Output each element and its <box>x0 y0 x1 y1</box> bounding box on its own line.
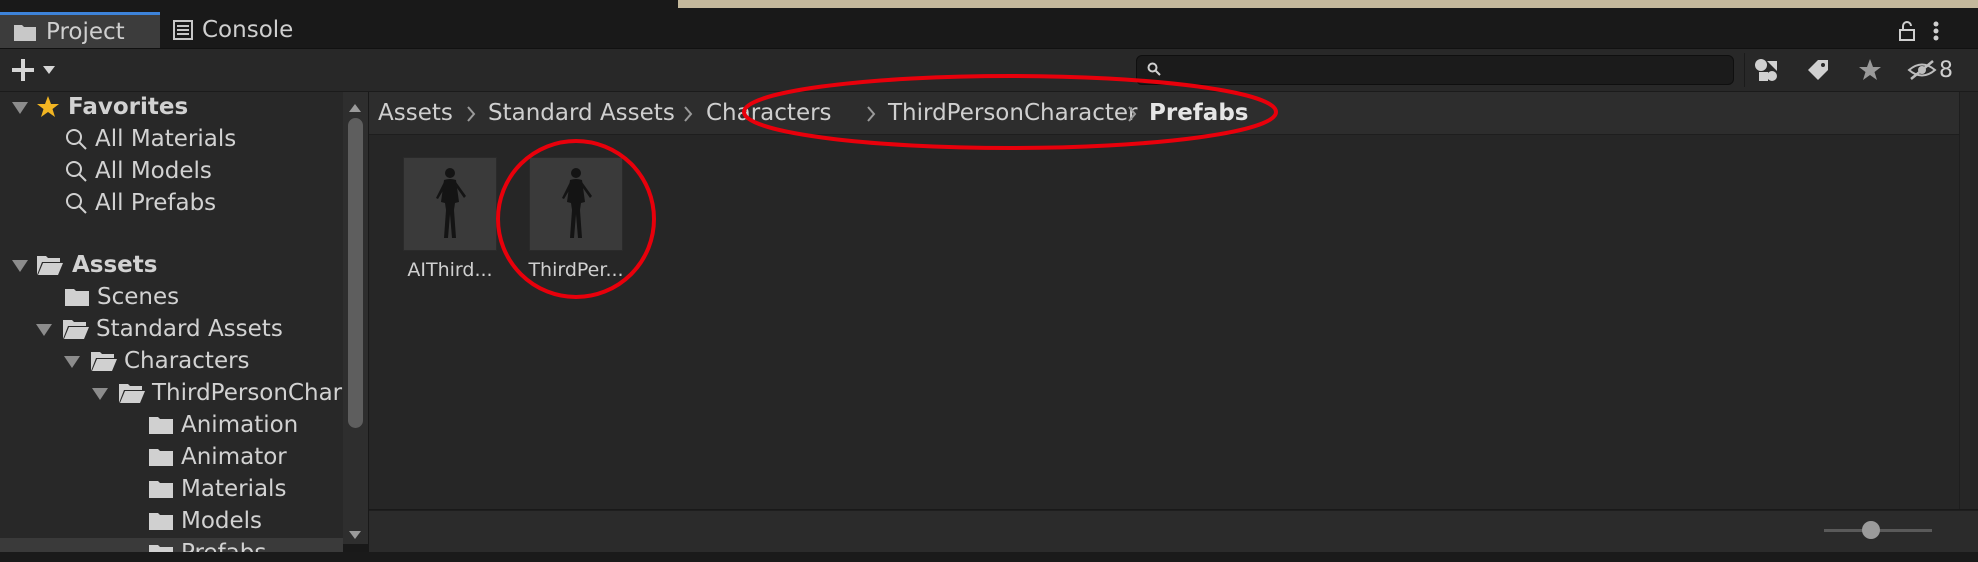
tag-icon <box>1806 58 1830 82</box>
tab-console[interactable]: Console <box>160 12 320 48</box>
search-icon <box>64 127 88 151</box>
console-icon <box>173 20 193 40</box>
expand-down-icon <box>36 324 52 336</box>
tab-bar: Project Console <box>0 12 1978 49</box>
project-toolbar: 8 <box>0 49 1978 92</box>
filter-by-type-icon <box>1753 57 1779 83</box>
prefab-thumbnail <box>529 157 623 251</box>
folder-icon <box>64 286 90 308</box>
tree-item-label: All Prefabs <box>95 190 217 216</box>
folder-icon <box>148 446 174 468</box>
tree-scrollbar-thumb[interactable] <box>348 118 363 428</box>
tree-item-thirdpersoncharacter[interactable]: ThirdPersonChar <box>92 378 342 408</box>
tree-item-label: All Models <box>95 158 212 184</box>
tree-item-animator[interactable]: Animator <box>148 442 287 472</box>
tab-console-label: Console <box>202 17 294 43</box>
search-icon <box>64 191 88 215</box>
folder-icon <box>148 414 174 436</box>
tree-item-label: All Materials <box>95 126 237 152</box>
star-icon <box>1858 58 1882 82</box>
tree-item-all-prefabs[interactable]: All Prefabs <box>64 188 216 218</box>
tab-project-label: Project <box>46 18 125 45</box>
filter-by-label-button[interactable] <box>1796 53 1840 87</box>
tree-item-label: Standard Assets <box>96 316 283 342</box>
tree-item-label: Assets <box>72 252 158 278</box>
chevron-right-icon <box>683 106 693 122</box>
star-icon <box>36 95 60 119</box>
eye-slash-icon <box>1907 59 1937 81</box>
breadcrumb-item-characters[interactable]: Characters <box>706 92 832 134</box>
breadcrumb: Assets Standard Assets Characters ThirdP… <box>369 92 1978 135</box>
add-button[interactable] <box>10 57 56 83</box>
lock-icon[interactable] <box>1898 20 1916 42</box>
folder-icon <box>13 22 37 42</box>
tree-item-standard-assets[interactable]: Standard Assets <box>36 314 283 344</box>
scene-view-edge <box>678 0 1978 8</box>
prefab-thumbnail <box>403 157 497 251</box>
chevron-right-icon <box>866 106 876 122</box>
tree-item-label: Animator <box>181 444 287 470</box>
tree-item-animation[interactable]: Animation <box>148 410 298 440</box>
expand-down-icon <box>92 388 108 400</box>
asset-label: AIThird... <box>407 259 493 281</box>
breadcrumb-item-prefabs[interactable]: Prefabs <box>1149 92 1248 134</box>
tree-item-label: Scenes <box>97 284 180 310</box>
folder-open-icon <box>90 350 118 372</box>
breadcrumb-item-assets[interactable]: Assets <box>378 92 453 134</box>
bottom-bar <box>369 510 1978 553</box>
tree-item-models[interactable]: Models <box>148 506 262 536</box>
folder-open-icon <box>62 318 90 340</box>
expand-down-icon <box>64 356 80 368</box>
filter-by-type-button[interactable] <box>1744 53 1788 87</box>
asset-label: ThirdPer... <box>528 259 624 281</box>
tree-item-label: ThirdPersonChar <box>152 380 343 406</box>
tree-item-label: Animation <box>181 412 299 438</box>
tree-item-label: Favorites <box>68 94 189 120</box>
tree-item-scenes[interactable]: Scenes <box>64 282 179 312</box>
icon-size-slider-thumb[interactable] <box>1862 521 1880 539</box>
project-tree: Favorites All Materials All Models All P… <box>0 92 343 562</box>
expand-down-icon <box>12 102 28 114</box>
tree-item-assets[interactable]: Assets <box>12 250 157 280</box>
kebab-menu-icon[interactable] <box>1932 20 1940 42</box>
folder-open-icon <box>36 254 64 276</box>
asset-grid: AIThird... ThirdPer... <box>369 135 1959 509</box>
search-input[interactable] <box>1169 58 1723 82</box>
tab-project[interactable]: Project <box>0 12 160 48</box>
grid-scrollbar[interactable] <box>1959 92 1978 509</box>
folder-icon <box>148 510 174 532</box>
chevron-right-icon <box>1127 106 1137 122</box>
chevron-down-icon <box>42 65 56 75</box>
character-model-icon <box>556 166 596 242</box>
character-model-icon <box>430 166 470 242</box>
tree-item-characters[interactable]: Characters <box>64 346 250 376</box>
scroll-up-icon[interactable] <box>349 104 361 112</box>
scroll-down-icon[interactable] <box>349 531 361 539</box>
breadcrumb-item-thirdpersoncharacter[interactable]: ThirdPersonCharacter <box>888 92 1138 134</box>
tree-item-label: Materials <box>181 476 287 502</box>
tree-item-materials[interactable]: Materials <box>148 474 286 504</box>
folder-icon <box>148 478 174 500</box>
chevron-right-icon <box>466 106 476 122</box>
asset-tile[interactable]: AIThird... <box>400 157 500 281</box>
search-icon <box>64 159 88 183</box>
breadcrumb-item-standard-assets[interactable]: Standard Assets <box>488 92 675 134</box>
tree-item-label: Characters <box>124 348 250 374</box>
search-field[interactable] <box>1136 55 1734 85</box>
asset-tile[interactable]: ThirdPer... <box>526 157 626 281</box>
tree-item-all-materials[interactable]: All Materials <box>64 124 236 154</box>
tree-item-label: Models <box>181 508 263 534</box>
search-icon <box>1147 62 1161 76</box>
folder-open-icon <box>118 382 146 404</box>
hidden-packages-toggle[interactable]: 8 <box>1900 53 1960 87</box>
favorites-button[interactable] <box>1848 53 1892 87</box>
hidden-count: 8 <box>1939 57 1953 83</box>
tree-item-favorites[interactable]: Favorites <box>12 92 188 122</box>
tree-item-all-models[interactable]: All Models <box>64 156 212 186</box>
bottom-strip <box>0 552 1978 562</box>
expand-down-icon <box>12 260 28 272</box>
